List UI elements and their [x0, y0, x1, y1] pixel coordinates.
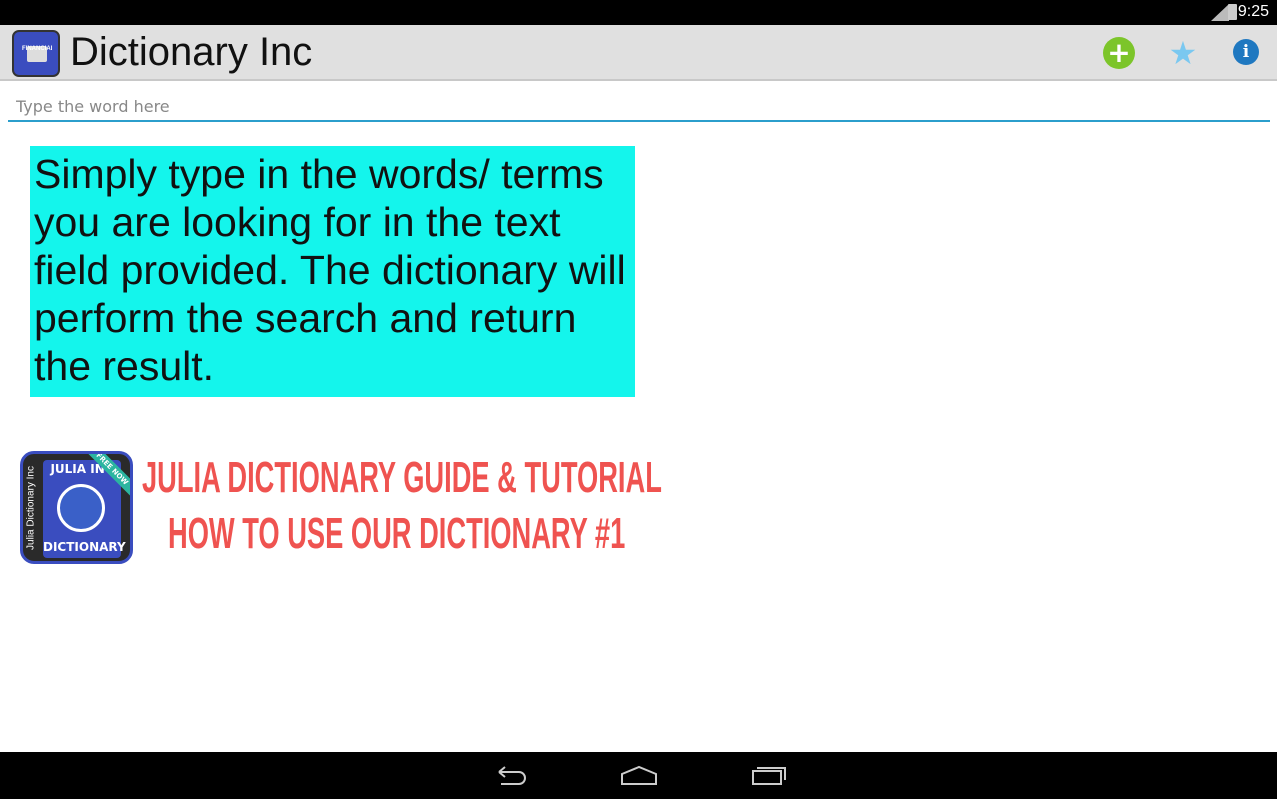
logo-side-text: Julia Dictionary Inc: [25, 466, 37, 550]
logo-bottom-text: DICTIONARY: [43, 540, 126, 554]
battery-icon: [1228, 4, 1237, 20]
add-icon[interactable]: +: [1103, 37, 1135, 69]
app-icon[interactable]: FINANCIAL DICTIONARY: [12, 30, 60, 77]
info-icon[interactable]: i: [1233, 39, 1259, 65]
tutorial-banner[interactable]: JULIA INC DICTIONARY Julia Dictionary In…: [20, 451, 662, 566]
app-icon-text: FINANCIAL DICTIONARY: [22, 46, 52, 52]
star-icon[interactable]: ★: [1167, 37, 1199, 69]
recent-apps-icon[interactable]: [748, 762, 788, 788]
status-bar: 9:25: [0, 0, 1277, 25]
back-icon[interactable]: [491, 762, 531, 788]
search-input[interactable]: [8, 92, 1270, 122]
banner-line-1: JULIA DICTIONARY GUIDE & TUTORIAL: [142, 453, 662, 502]
help-text: Simply type in the words/ terms you are …: [30, 146, 635, 397]
home-icon[interactable]: [619, 762, 659, 788]
clock: 9:25: [1237, 3, 1269, 20]
navigation-bar: [0, 752, 1277, 799]
julia-dictionary-logo: JULIA INC DICTIONARY Julia Dictionary In…: [20, 451, 133, 564]
action-bar: FINANCIAL DICTIONARY Dictionary Inc + ★ …: [0, 25, 1277, 81]
banner-line-2: HOW TO USE OUR DICTIONARY #1: [168, 509, 626, 558]
globe-icon: [57, 484, 105, 532]
app-title: Dictionary Inc: [70, 30, 313, 74]
signal-icon: [1211, 4, 1229, 21]
